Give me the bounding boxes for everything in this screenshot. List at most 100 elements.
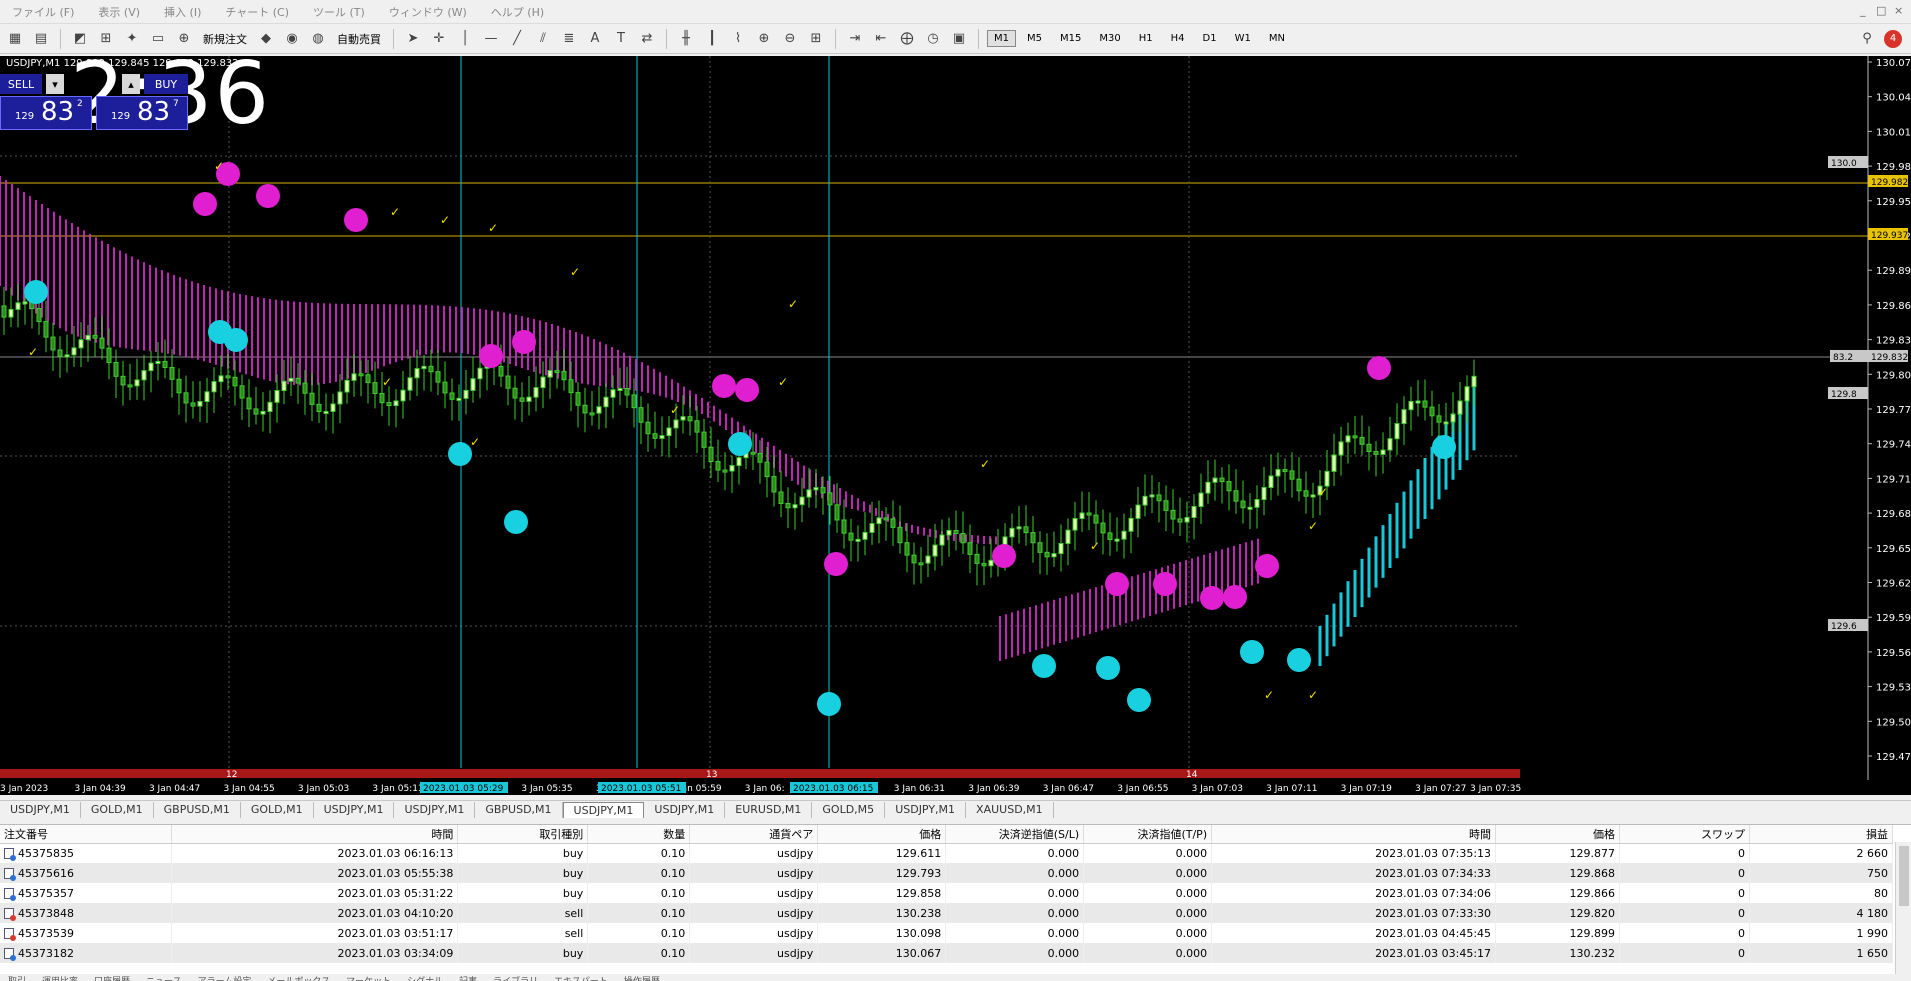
scrollbar-thumb[interactable] [1899,846,1909,906]
col-type[interactable]: 取引種別 [457,825,589,844]
terminal-tab[interactable]: 記事 [451,974,485,981]
minimize-button[interactable]: _ [1860,4,1866,17]
horizontal-line-icon[interactable]: — [480,29,502,49]
terminal-tab[interactable]: エキスパート [546,974,616,981]
timeframe-m15[interactable]: M15 [1053,30,1088,47]
trendline-icon[interactable]: ╱ [506,29,528,49]
symbol-tab[interactable]: GOLD,M1 [81,801,154,818]
symbol-tab[interactable]: XAUUSD,M1 [966,801,1054,818]
templates-icon[interactable]: ▣ [948,29,970,49]
timeframe-m5[interactable]: M5 [1020,30,1049,47]
line-chart-icon[interactable]: ⌇ [727,29,749,49]
symbol-tab[interactable]: USDJPY,M1 [314,801,395,818]
col-stop-loss[interactable]: 決済逆指値(S/L) [945,825,1085,844]
timeframe-w1[interactable]: W1 [1228,30,1258,47]
vertical-line-icon[interactable]: │ [454,29,476,49]
text-icon[interactable]: A [584,29,606,49]
fibonacci-icon[interactable]: ≣ [558,29,580,49]
buy-price-box[interactable]: 129 83 7 [96,96,188,130]
terminal-tab[interactable]: ニュース [138,974,190,981]
terminal-tab[interactable]: 口座履歴 [86,974,138,981]
menu-item-window[interactable]: ウィンドウ (W) [377,4,479,20]
col-profit[interactable]: 損益 [1749,825,1894,844]
tile-windows-icon[interactable]: ⊞ [805,29,827,49]
buy-button[interactable]: BUY [144,74,188,94]
terminal-tab[interactable]: 運用比率 [34,974,86,981]
history-row[interactable]: 45375616 2023.01.03 05:55:38 buy 0.10 usdjpy… [0,863,1894,883]
metaeditor-icon[interactable]: ◆ [255,29,277,49]
notification-badge[interactable]: 4 [1884,30,1902,48]
crosshair-icon[interactable]: ✛ [428,29,450,49]
arrows-icon[interactable]: ⇄ [636,29,658,49]
history-row[interactable]: 45373539 2023.01.03 03:51:17 sell 0.10 usdjp… [0,923,1894,943]
bar-chart-icon[interactable]: ╫ [675,29,697,49]
col-take-profit[interactable]: 決済指値(T/P) [1083,825,1213,844]
col-symbol[interactable]: 通貨ペア [689,825,819,844]
history-row[interactable]: 45375835 2023.01.03 06:16:13 buy 0.10 usdjpy… [0,843,1894,863]
periodicity-icon[interactable]: ◷ [922,29,944,49]
symbol-tab[interactable]: USDJPY,M1 [885,801,967,818]
data-window-icon[interactable]: ⊞ [95,29,117,49]
symbol-tab[interactable]: USDJPY,M1 [562,801,645,818]
terminal-tab[interactable]: メールボックス [259,974,338,981]
text-label-icon[interactable]: T [610,29,632,49]
history-row[interactable]: 45373848 2023.01.03 04:10:20 sell 0.10 usdjp… [0,903,1894,923]
symbol-tab[interactable]: EURUSD,M1 [725,801,813,818]
timeframe-m1[interactable]: M1 [987,30,1016,47]
timeframe-h1[interactable]: H1 [1132,30,1160,47]
col-open-price[interactable]: 価格 [817,825,947,844]
terminal-icon[interactable]: ▭ [147,29,169,49]
market-watch-icon[interactable]: ◩ [69,29,91,49]
menu-item-file[interactable]: ファイル (F) [0,4,86,20]
close-button[interactable]: × [1894,4,1903,17]
terminal-tab[interactable]: ライブラリ [485,974,546,981]
lot-decrease-button[interactable]: ▾ [46,74,64,94]
search-icon[interactable]: ⚲ [1856,29,1878,49]
symbol-tab[interactable]: GBPUSD,M1 [475,801,563,818]
cursor-icon[interactable]: ➤ [402,29,424,49]
history-row[interactable]: 45373182 2023.01.03 03:34:09 buy 0.10 usdjpy… [0,943,1894,963]
candlestick-icon[interactable]: ┃ [701,29,723,49]
col-volume[interactable]: 数量 [587,825,691,844]
terminal-tab[interactable]: シグナル [399,974,451,981]
channel-icon[interactable]: ⫽ [532,29,554,49]
profiles-icon[interactable]: ▤ [30,29,52,49]
terminal-tab[interactable]: 操作履歴 [616,974,668,981]
symbol-tab[interactable]: GBPUSD,M1 [154,801,241,818]
sell-price-box[interactable]: 129 83 2 [0,96,92,130]
symbol-tab[interactable]: GOLD,M1 [241,801,314,818]
chart-shift-icon[interactable]: ⇤ [870,29,892,49]
timeframe-mn[interactable]: MN [1262,30,1292,47]
autoscroll-icon[interactable]: ⇥ [844,29,866,49]
col-swap[interactable]: スワップ [1619,825,1750,844]
lot-increase-button[interactable]: ▴ [122,74,140,94]
col-close-price[interactable]: 価格 [1495,825,1620,844]
terminal-tab[interactable]: 取引 [0,974,34,981]
col-open-time[interactable]: 時間 [171,825,459,844]
price-chart[interactable]: 130.075 130.045 130.015 129.985 129.955 129.9… [0,56,1911,795]
strategy-tester-icon[interactable]: ⊕ [173,29,195,49]
restore-button[interactable]: □ [1876,4,1886,17]
terminal-tab[interactable]: アラーム設定 [190,974,260,981]
menu-item-view[interactable]: 表示 (V) [86,4,152,20]
history-row[interactable]: 45375357 2023.01.03 05:31:22 buy 0.10 usdjpy… [0,883,1894,903]
history-scrollbar[interactable] [1895,842,1911,974]
menu-item-tools[interactable]: ツール (T) [301,4,377,20]
terminal-tab[interactable]: マーケット [338,974,399,981]
menu-item-help[interactable]: ヘルプ (H) [479,4,556,20]
timeframe-h4[interactable]: H4 [1164,30,1192,47]
navigator-icon[interactable]: ✦ [121,29,143,49]
indicators-icon[interactable]: ⨁ [896,29,918,49]
col-close-time[interactable]: 時間 [1211,825,1497,844]
symbol-tab[interactable]: USDJPY,M1 [394,801,476,818]
symbol-tab[interactable]: USDJPY,M1 [644,801,726,818]
symbol-tab[interactable]: USDJPY,M1 [0,801,81,818]
signals-icon[interactable]: ◉ [281,29,303,49]
timeframe-d1[interactable]: D1 [1196,30,1224,47]
sell-button[interactable]: SELL [0,74,42,94]
zoom-out-icon[interactable]: ⊖ [779,29,801,49]
new-chart-icon[interactable]: ▦ [4,29,26,49]
vps-icon[interactable]: ◍ [307,29,329,49]
zoom-in-icon[interactable]: ⊕ [753,29,775,49]
new-order-button[interactable]: 新規注文 [199,31,251,47]
